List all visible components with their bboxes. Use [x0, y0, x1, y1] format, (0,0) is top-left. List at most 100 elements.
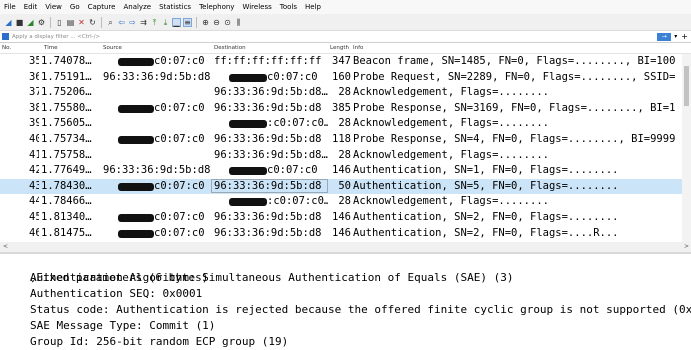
- packet-destination: 96:33:36:9d:5b:d8: [214, 211, 322, 223]
- menu-item-tools[interactable]: Tools: [276, 3, 301, 11]
- resize-columns-icon[interactable]: ⫼: [234, 18, 243, 27]
- packet-info: Authentication, SN=2, FN=0, Flags=....R.…: [353, 226, 619, 239]
- packet-destination: 96:33:36:9d:5b:d8: [214, 226, 322, 239]
- packet-row[interactable]: 36 1.75191… 96:33:36:9d:5b:d8 c0:07:c0 160 Pr…: [0, 70, 682, 86]
- packet-row[interactable]: 42 1.77649… 96:33:36:9d:5b:d8 c0:07:c0 146 Au…: [0, 163, 682, 179]
- normal-size-icon[interactable]: ⊙: [223, 18, 232, 27]
- go-to-packet-icon[interactable]: ⇉: [139, 18, 148, 27]
- menu-item-capture[interactable]: Capture: [84, 3, 120, 11]
- details-line[interactable]: SAE Message Type: Commit (1): [30, 318, 215, 334]
- column-header-no[interactable]: No.: [2, 45, 11, 51]
- column-header-info[interactable]: Info: [353, 45, 363, 51]
- toolbar-separator: [196, 16, 197, 28]
- display-filter-input[interactable]: Apply a display filter ... <Ctrl-/>: [12, 34, 657, 40]
- details-header-row[interactable]: ⌄Fixed parameters (6 bytes): [3, 254, 209, 284]
- go-forward-icon[interactable]: ⇨: [128, 18, 137, 27]
- packet-time: 1.81475…: [41, 226, 92, 239]
- packet-number: 40: [29, 133, 39, 145]
- menu-item-file[interactable]: File: [0, 3, 20, 11]
- zoom-out-icon[interactable]: ⊖: [212, 18, 221, 27]
- redacted-destination-mark: [229, 167, 267, 176]
- main-toolbar: ◢ ■ ◢ ⚙ ▯ ▤ ✕ ↻ ⌕ ⇦ ⇨ ⇉ ⤒ ⤓ ▁ ≡ ⊕ ⊖ ⊙ ⫼: [0, 14, 691, 31]
- packet-time: 1.78430…: [41, 179, 92, 192]
- menu-item-telephony[interactable]: Telephony: [195, 3, 238, 11]
- colorize-icon[interactable]: ≡: [183, 17, 192, 27]
- menu-item-help[interactable]: Help: [301, 3, 325, 11]
- capture-options-icon[interactable]: ⚙: [37, 18, 46, 27]
- packet-row[interactable]: 46 1.81475… c0:07:c0 96:33:36:9d:5b:d8 146 Au…: [0, 226, 682, 242]
- shark-fin-start-icon[interactable]: ◢: [4, 18, 13, 27]
- scroll-left-icon[interactable]: <: [3, 243, 8, 250]
- packet-destination: 96:33:36:9d:5b:d8…: [214, 148, 328, 161]
- menu-item-wireless[interactable]: Wireless: [238, 3, 275, 11]
- packet-row[interactable]: 45 1.81340… c0:07:c0 96:33:36:9d:5b:d8 146 Au…: [0, 210, 682, 226]
- save-file-icon[interactable]: ▤: [66, 18, 75, 27]
- toolbar-separator: [101, 16, 102, 28]
- redacted-destination-mark: [229, 73, 267, 82]
- packet-row[interactable]: 35 1.74078… c0:07:c0 ff:ff:ff:ff:ff:ff 347 Be…: [0, 54, 682, 70]
- column-header-destination[interactable]: Destination: [214, 45, 246, 51]
- go-last-packet-icon[interactable]: ⤓: [161, 18, 170, 27]
- packet-row[interactable]: 43 1.78430… c0:07:c0 96:33:36:9d:5b:d8 50 Aut…: [0, 178, 682, 195]
- packet-length: 28: [338, 117, 351, 130]
- scroll-right-icon[interactable]: >: [684, 243, 689, 250]
- menu-item-edit[interactable]: Edit: [20, 3, 42, 11]
- packet-info: Acknowledgement, Flags=........: [353, 195, 549, 208]
- packet-length: 146: [332, 211, 351, 223]
- packet-destination: 96:33:36:9d:5b:d8: [214, 101, 322, 114]
- packet-source: c0:07:c0: [154, 211, 205, 223]
- open-file-icon[interactable]: ▯: [55, 18, 64, 27]
- packet-info: Probe Request, SN=2289, FN=0, Flags=....…: [353, 70, 676, 83]
- packet-number: 39: [29, 117, 39, 130]
- details-line[interactable]: Authentication Algorithm: Simultaneous A…: [30, 270, 513, 286]
- menu-item-go[interactable]: Go: [66, 3, 84, 11]
- packet-info: Authentication, SN=2, FN=0, Flags=......…: [353, 211, 619, 223]
- packet-row[interactable]: 41 1.75758… 96:33:36:9d:5b:d8… 28 Acknowledg…: [0, 148, 682, 164]
- reload-icon[interactable]: ↻: [88, 18, 97, 27]
- go-first-packet-icon[interactable]: ⤒: [150, 18, 159, 27]
- stop-capture-icon[interactable]: ■: [15, 18, 24, 27]
- details-line[interactable]: Authentication SEQ: 0x0001: [30, 286, 202, 302]
- redacted-source-mark: [118, 214, 154, 222]
- menu-item-analyze[interactable]: Analyze: [119, 3, 155, 11]
- menu-item-statistics[interactable]: Statistics: [155, 3, 195, 11]
- zoom-in-icon[interactable]: ⊕: [201, 18, 210, 27]
- packet-row[interactable]: 39 1.75605…:c0:07:c0… 28 Acknowledgement, F…: [0, 116, 682, 132]
- packet-time: 1.81340…: [41, 211, 92, 223]
- close-file-icon[interactable]: ✕: [77, 18, 86, 27]
- column-header-time[interactable]: Time: [44, 45, 57, 51]
- packet-list-horizontal-scrollbar[interactable]: < >: [0, 242, 691, 252]
- find-packet-icon[interactable]: ⌕: [106, 18, 115, 27]
- packet-number: 43: [29, 179, 39, 192]
- packet-row[interactable]: 40 1.75734… c0:07:c0 96:33:36:9d:5b:d8 118 Pr…: [0, 132, 682, 148]
- packet-source: c0:07:c0: [154, 101, 205, 114]
- scrollbar-thumb[interactable]: [684, 66, 689, 106]
- packet-length: 50: [338, 179, 351, 192]
- packet-row[interactable]: 37 1.75206… 96:33:36:9d:5b:d8… 28 Acknowledg…: [0, 85, 682, 101]
- packet-row[interactable]: 38 1.75580… c0:07:c0 96:33:36:9d:5b:d8 385 Pr…: [0, 101, 682, 117]
- packet-source: 96:33:36:9d:5b:d8: [103, 164, 211, 177]
- details-line[interactable]: Group Id: 256-bit random ECP group (19): [30, 334, 288, 350]
- auto-scroll-icon[interactable]: ▁: [172, 17, 181, 27]
- packet-list-vertical-scrollbar[interactable]: [682, 54, 691, 242]
- bookmark-filter-icon[interactable]: [2, 33, 9, 40]
- packet-number: 44: [29, 195, 39, 208]
- packet-source: 96:33:36:9d:5b:d8: [103, 70, 211, 83]
- menu-bar: File Edit View Go Capture Analyze Statistics Te…: [0, 0, 691, 14]
- details-line[interactable]: Status code: Authentication is rejected …: [30, 302, 691, 318]
- packet-number: 46: [29, 226, 39, 239]
- apply-filter-button[interactable]: →: [657, 32, 672, 41]
- packet-row[interactable]: 44 1.78466…:c0:07:c0… 28 Acknowledgement, F…: [0, 194, 682, 210]
- redacted-source-mark: [118, 104, 154, 113]
- filter-dropdown-icon[interactable]: ▾: [674, 33, 677, 40]
- add-filter-button[interactable]: +: [681, 32, 688, 41]
- packet-number: 38: [29, 101, 39, 114]
- packet-info: Authentication, SN=5, FN=0, Flags=......…: [353, 179, 619, 192]
- menu-item-view[interactable]: View: [41, 3, 66, 11]
- column-header-length[interactable]: Length: [330, 45, 349, 51]
- packet-destination: c0:07:c0: [267, 164, 318, 177]
- packet-number: 45: [29, 211, 39, 223]
- go-back-icon[interactable]: ⇦: [117, 18, 126, 27]
- restart-capture-icon[interactable]: ◢: [26, 18, 35, 27]
- column-header-source[interactable]: Source: [103, 45, 122, 51]
